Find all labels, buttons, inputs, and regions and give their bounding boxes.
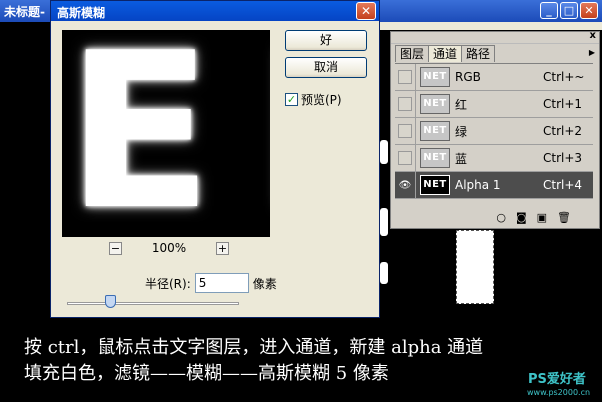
- zoom-controls: − 100% +: [109, 241, 229, 255]
- zoom-out-button[interactable]: −: [109, 241, 122, 255]
- dialog-titlebar: 高斯模糊 ✕: [51, 1, 379, 21]
- caption-line: 填充白色，滤镜——模糊——高斯模糊 5 像素: [24, 363, 389, 384]
- radius-slider-track[interactable]: [67, 302, 239, 305]
- minimize-button[interactable]: _: [540, 2, 558, 19]
- new-channel-icon[interactable]: ▣: [537, 211, 547, 224]
- channel-thumbnail: NET: [420, 148, 450, 168]
- tab-paths[interactable]: 路径: [461, 45, 496, 62]
- channel-shortcut: Ctrl+1: [543, 97, 583, 111]
- canvas-letter-fragment: [380, 140, 388, 164]
- channels-panel: x 图层 通道 路径 ▶ NET RGB Ctrl+~ NET 红 Ctrl+1…: [390, 30, 600, 229]
- channel-name: 蓝: [455, 151, 468, 166]
- channel-list: NET RGB Ctrl+~ NET 红 Ctrl+1 NET 绿 Ctrl+2…: [395, 63, 593, 203]
- tab-channels[interactable]: 通道: [428, 45, 463, 62]
- caption-line: 按 ctrl，鼠标点击文字图层，进入通道，新建 alpha 通道: [24, 337, 484, 358]
- channel-name: RGB: [455, 70, 481, 84]
- ok-button[interactable]: 好: [285, 30, 367, 51]
- tutorial-caption: 按 ctrl，鼠标点击文字图层，进入通道，新建 alpha 通道 填充白色，滤镜…: [24, 335, 594, 387]
- panel-header: x: [391, 30, 599, 44]
- load-selection-icon[interactable]: ○: [496, 211, 506, 224]
- channel-thumbnail: NET: [420, 67, 450, 87]
- channel-row-alpha-1[interactable]: 👁 NET Alpha 1 Ctrl+4: [395, 171, 593, 199]
- panel-menu-icon[interactable]: ▶: [589, 48, 595, 57]
- zoom-in-button[interactable]: +: [216, 241, 229, 255]
- blur-preview[interactable]: E E: [62, 30, 270, 237]
- radius-label: 半径(R):: [145, 276, 191, 291]
- gaussian-blur-dialog: 高斯模糊 ✕ E E 好 取消 ✓ 预览(P) − 100% + 半径(R): …: [50, 0, 380, 318]
- channel-shortcut: Ctrl+3: [543, 151, 583, 165]
- preview-toggle[interactable]: ✓ 预览(P): [285, 91, 342, 108]
- radius-unit: 像素: [252, 276, 277, 291]
- delete-channel-icon[interactable]: 🗑: [557, 211, 571, 224]
- panel-footer: ○ ◙ ▣ 🗑: [395, 208, 593, 226]
- panel-close-icon[interactable]: x: [590, 30, 596, 41]
- tab-layers[interactable]: 图层: [395, 45, 430, 62]
- channel-shortcut: Ctrl+2: [543, 124, 583, 138]
- channel-name: 绿: [455, 124, 468, 139]
- canvas-letter-fragment: [380, 208, 388, 236]
- channel-shortcut: Ctrl+~: [543, 70, 585, 84]
- radius-row: 半径(R): 像素: [145, 273, 277, 293]
- cancel-button[interactable]: 取消: [285, 57, 367, 78]
- watermark-url: www.ps2000.cn: [527, 388, 591, 397]
- close-button[interactable]: ✕: [580, 2, 598, 19]
- preview-letter: E: [66, 30, 213, 237]
- selection-marquee: [456, 230, 494, 304]
- visibility-box: [398, 150, 412, 165]
- document-title: 未标题-: [4, 5, 45, 19]
- channel-row-green[interactable]: NET 绿 Ctrl+2: [395, 117, 593, 145]
- channel-row-rgb[interactable]: NET RGB Ctrl+~: [395, 63, 593, 91]
- save-selection-icon[interactable]: ◙: [516, 211, 527, 224]
- channel-shortcut: Ctrl+4: [543, 178, 583, 192]
- channel-thumbnail: NET: [420, 175, 450, 195]
- preview-checkbox[interactable]: ✓: [285, 93, 298, 106]
- channel-name: Alpha 1: [455, 178, 501, 192]
- close-icon[interactable]: ✕: [356, 2, 376, 20]
- channel-thumbnail: NET: [420, 121, 450, 141]
- dialog-title: 高斯模糊: [57, 6, 106, 20]
- visibility-box: [398, 69, 412, 84]
- zoom-level: 100%: [151, 241, 187, 255]
- document-frame-strip: [380, 22, 602, 30]
- visibility-box: [398, 96, 412, 111]
- preview-label: 预览(P): [301, 93, 342, 107]
- visibility-toggle[interactable]: [395, 144, 416, 172]
- channel-thumbnail: NET: [420, 94, 450, 114]
- watermark-logo: PS爱好者: [528, 372, 586, 387]
- channel-row-blue[interactable]: NET 蓝 Ctrl+3: [395, 144, 593, 172]
- radius-slider-thumb[interactable]: [104, 295, 116, 308]
- document-window-controls: _ □ ✕: [540, 2, 598, 19]
- maximize-button[interactable]: □: [560, 2, 578, 19]
- visibility-toggle[interactable]: [395, 63, 416, 91]
- panel-tabs: 图层 通道 路径: [395, 45, 496, 62]
- channel-name: 红: [455, 97, 468, 112]
- canvas-letter-fragment: [380, 262, 388, 284]
- radius-input[interactable]: [194, 273, 249, 293]
- channel-row-red[interactable]: NET 红 Ctrl+1: [395, 90, 593, 118]
- visibility-toggle[interactable]: [395, 117, 416, 145]
- preview-letter: E: [258, 30, 270, 237]
- visibility-toggle[interactable]: [395, 90, 416, 118]
- eye-icon[interactable]: 👁: [395, 171, 416, 199]
- visibility-box: [398, 123, 412, 138]
